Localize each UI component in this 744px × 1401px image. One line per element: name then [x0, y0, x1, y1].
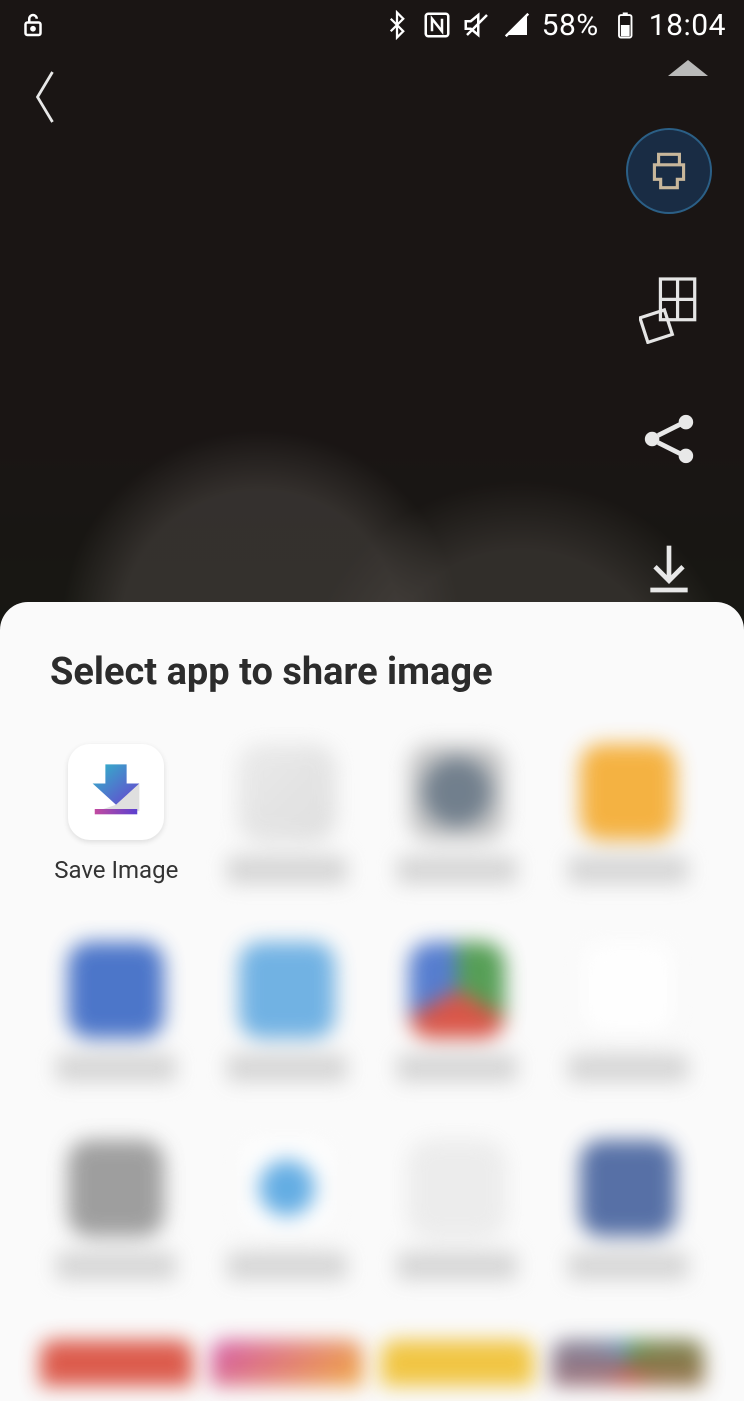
- share-grid: Save Image: [40, 744, 704, 1280]
- share-app-blur[interactable]: [552, 1140, 705, 1280]
- clock: 18:04: [649, 8, 726, 43]
- app-icon: [580, 1140, 676, 1236]
- collapse-caret-icon[interactable]: [666, 56, 710, 78]
- app-icon: [68, 942, 164, 1038]
- share-app-blur[interactable]: [211, 1340, 364, 1386]
- download-arrow-icon: [68, 744, 164, 840]
- bluetooth-icon: [382, 10, 412, 40]
- share-app-blur[interactable]: [381, 1140, 534, 1280]
- status-bar: 58% 18:04: [0, 0, 744, 50]
- share-button[interactable]: [634, 404, 704, 474]
- back-button[interactable]: [20, 62, 70, 132]
- share-app-save-image[interactable]: Save Image: [40, 744, 193, 884]
- nfc-icon: [422, 10, 452, 40]
- app-icon: [409, 744, 505, 840]
- share-grid-peek: [40, 1340, 704, 1386]
- share-app-label: Save Image: [54, 856, 178, 884]
- no-sim-icon: [502, 10, 532, 40]
- app-icon: [68, 1140, 164, 1236]
- share-app-blur[interactable]: [381, 942, 534, 1082]
- share-app-blur[interactable]: [552, 1340, 705, 1386]
- share-app-blur[interactable]: [381, 744, 534, 884]
- share-sheet-title: Select app to share image: [40, 650, 704, 694]
- download-button[interactable]: [634, 534, 704, 604]
- app-icon: [580, 744, 676, 840]
- viewer-rail: [624, 128, 714, 604]
- mute-icon: [462, 10, 492, 40]
- share-app-blur[interactable]: [381, 1340, 534, 1386]
- share-app-blur[interactable]: [40, 1140, 193, 1280]
- share-app-blur[interactable]: [552, 942, 705, 1082]
- app-icon: [580, 942, 676, 1038]
- share-app-blur[interactable]: [211, 1140, 364, 1280]
- app-icon: [239, 1140, 335, 1236]
- collage-button[interactable]: [634, 274, 704, 344]
- share-app-blur[interactable]: [40, 942, 193, 1082]
- app-icon: [239, 744, 335, 840]
- app-icon: [409, 1140, 505, 1236]
- battery-icon: [609, 10, 639, 40]
- share-app-blur[interactable]: [211, 942, 364, 1082]
- share-sheet: Select app to share image: [0, 602, 744, 1401]
- battery-percent: 58%: [542, 8, 599, 43]
- share-app-blur[interactable]: [211, 744, 364, 884]
- app-icon: [409, 942, 505, 1038]
- print-button[interactable]: [626, 128, 712, 214]
- lock-icon: [18, 10, 48, 40]
- share-app-blur[interactable]: [40, 1340, 193, 1386]
- app-icon: [239, 942, 335, 1038]
- share-app-blur[interactable]: [552, 744, 705, 884]
